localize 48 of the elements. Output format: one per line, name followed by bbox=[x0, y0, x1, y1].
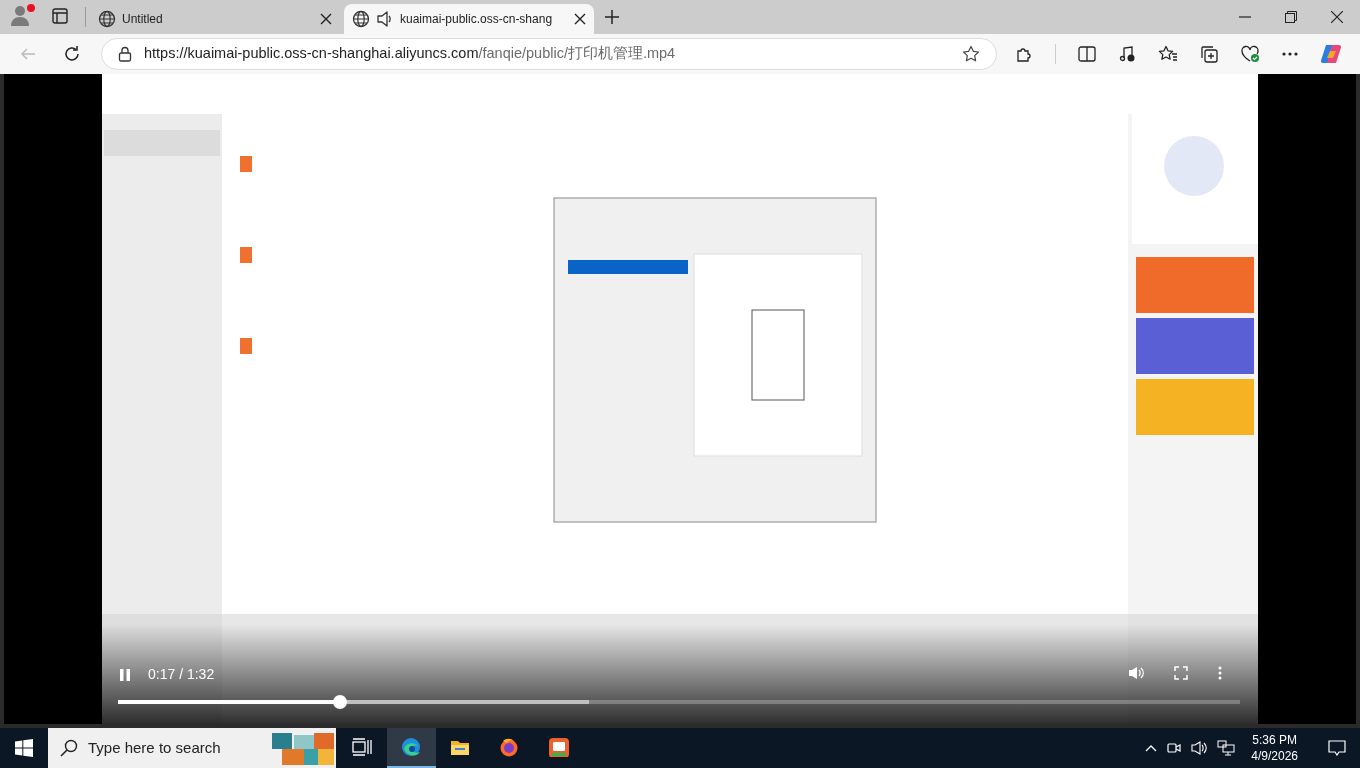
speaker-icon[interactable] bbox=[376, 10, 394, 28]
close-icon[interactable] bbox=[1331, 11, 1343, 23]
search-box[interactable]: Type here to search bbox=[48, 728, 336, 768]
taskbar-app[interactable] bbox=[387, 728, 436, 768]
shopping-bag-icon bbox=[547, 737, 570, 757]
pause-icon bbox=[120, 668, 130, 681]
task-view-icon bbox=[351, 738, 374, 758]
lock-icon bbox=[118, 46, 132, 62]
refresh-icon[interactable] bbox=[63, 45, 81, 63]
search-placeholder: Type here to search bbox=[88, 737, 222, 758]
pause-button[interactable] bbox=[118, 667, 132, 682]
clock-date: 4/9/2026 bbox=[1251, 748, 1298, 764]
tab-title: Untitled bbox=[122, 11, 164, 28]
notification-icon[interactable] bbox=[1328, 740, 1346, 756]
person-icon bbox=[9, 4, 31, 26]
tab-title: kuaimai-public.oss-cn-shang bbox=[400, 11, 554, 28]
puzzle-pieces-icon bbox=[272, 731, 334, 765]
tab-actions-icon[interactable] bbox=[52, 8, 68, 24]
edge-icon bbox=[400, 737, 423, 757]
close-icon[interactable] bbox=[574, 13, 586, 25]
video-time: 0:17 / 1:32 bbox=[148, 665, 215, 684]
browser-tab[interactable]: Untitled bbox=[90, 4, 340, 34]
fullscreen-icon[interactable] bbox=[1174, 666, 1188, 680]
split-screen-icon[interactable] bbox=[1078, 45, 1096, 63]
globe-icon bbox=[98, 10, 116, 28]
clock-time: 5:36 PM bbox=[1252, 732, 1297, 748]
favorites-icon[interactable] bbox=[1158, 45, 1178, 63]
windows-icon bbox=[15, 739, 33, 757]
url-text: https://kuaimai-public.oss-cn-shanghai.aliyuncs.com/fanqie/public/打印机管理.mp4 bbox=[144, 44, 677, 64]
copilot-icon[interactable] bbox=[1320, 43, 1342, 65]
search-icon bbox=[60, 739, 78, 757]
volume-icon[interactable] bbox=[1191, 741, 1208, 755]
globe-icon bbox=[352, 10, 370, 28]
puzzle-icon[interactable] bbox=[1015, 45, 1033, 63]
camera-icon[interactable] bbox=[1167, 741, 1182, 755]
clock[interactable]: 5:36 PM 4/9/2026 bbox=[1245, 732, 1304, 764]
star-icon[interactable] bbox=[962, 45, 980, 63]
collections-icon[interactable] bbox=[1200, 45, 1218, 63]
close-icon[interactable] bbox=[320, 13, 332, 25]
new-tab-icon[interactable] bbox=[604, 9, 620, 25]
address-bar[interactable]: https://kuaimai-public.oss-cn-shanghai.aliyuncs.com/fanqie/public/打印机管理.mp4 bbox=[101, 38, 997, 70]
chevron-up-icon[interactable] bbox=[1145, 744, 1158, 752]
heart-icon[interactable] bbox=[1240, 45, 1260, 63]
more-icon[interactable] bbox=[1282, 52, 1298, 56]
network-icon[interactable] bbox=[1217, 740, 1236, 756]
music-icon[interactable] bbox=[1118, 45, 1136, 63]
restore-icon[interactable] bbox=[1285, 11, 1297, 23]
browser-tab[interactable]: kuaimai-public.oss-cn-shang bbox=[344, 4, 594, 34]
